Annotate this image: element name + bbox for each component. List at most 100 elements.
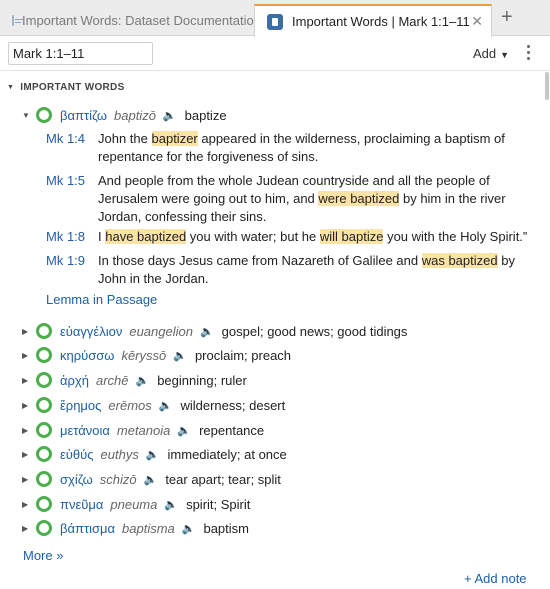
word-transliteration: baptizō	[114, 107, 156, 123]
speaker-icon[interactable]: 🔈	[164, 498, 178, 511]
word-lemma[interactable]: σχίζω	[60, 472, 93, 487]
word-row-baptizo[interactable]: ▼ βαπτίζω baptizō 🔈 baptize	[22, 104, 227, 126]
caret-right-icon[interactable]: ▶	[22, 351, 36, 360]
word-transliteration: euangelion	[129, 323, 193, 339]
tab-label: Important Words | Mark 1:1–11	[292, 14, 470, 29]
verse-reference[interactable]: Mk 1:8	[46, 228, 98, 246]
document-icon	[12, 14, 23, 26]
caret-right-icon[interactable]: ▶	[22, 327, 36, 336]
word-lemma[interactable]: βαπτίζω	[60, 108, 107, 123]
highlighted-word: were baptized	[318, 191, 400, 206]
verse-reference[interactable]: Mk 1:5	[46, 172, 98, 226]
word-gloss: baptize	[184, 107, 227, 123]
word-transliteration: pneuma	[110, 496, 158, 512]
word-lemma[interactable]: ἀρχή	[60, 373, 89, 388]
tab-bar: Important Words: Dataset Documentation I…	[0, 0, 550, 37]
progress-ring-icon	[36, 347, 52, 363]
highlighted-word: will baptize	[319, 229, 384, 244]
verse-entry: Mk 1:9 In those days Jesus came from Naz…	[46, 252, 536, 288]
section-header-important-words[interactable]: ▼ IMPORTANT WORDS	[7, 82, 125, 93]
progress-ring-icon	[36, 471, 52, 487]
reference-input[interactable]	[8, 42, 153, 65]
word-lemma[interactable]: εὐαγγέλιον	[60, 324, 122, 339]
word-gloss: proclaim; preach	[194, 347, 292, 363]
highlighted-word: baptizer	[151, 131, 198, 146]
progress-ring-icon	[36, 446, 52, 462]
word-gloss: beginning; ruler	[157, 372, 247, 388]
add-menu-button[interactable]: Add ▼	[473, 46, 509, 61]
word-transliteration: kēryssō	[121, 347, 167, 363]
word-gloss: repentance	[199, 422, 265, 438]
tab-label: Important Words: Dataset Documentation	[22, 12, 261, 28]
word-row[interactable]: ▶ εὐθύς euthys 🔈 immediately; at once	[22, 443, 287, 465]
progress-ring-icon	[36, 422, 52, 438]
word-gloss: baptism	[203, 520, 249, 536]
scrollbar[interactable]	[545, 72, 549, 100]
caret-right-icon[interactable]: ▶	[22, 475, 36, 484]
reference-bar: Add▼	[0, 37, 550, 71]
verse-text: And people from the whole Judean country…	[98, 173, 506, 224]
verse-text: John the baptizer appeared in the wilder…	[98, 131, 505, 164]
word-lemma[interactable]: πνεῦμα	[60, 497, 103, 512]
word-row[interactable]: ▶ ἔρημος erēmos 🔈 wilderness; desert	[22, 394, 285, 416]
word-lemma[interactable]: ἔρημος	[60, 398, 101, 413]
caret-down-icon[interactable]: ▼	[22, 111, 36, 120]
word-transliteration: archē	[95, 372, 129, 388]
add-note-button[interactable]: + Add note	[464, 571, 527, 586]
caret-right-icon[interactable]: ▶	[22, 426, 36, 435]
word-row[interactable]: ▶ πνεῦμα pneuma 🔈 spirit; Spirit	[22, 493, 250, 515]
verse-entry: Mk 1:5 And people from the whole Judean …	[46, 172, 536, 226]
word-gloss: immediately; at once	[167, 446, 287, 462]
caret-right-icon[interactable]: ▶	[22, 450, 36, 459]
progress-ring-icon	[36, 107, 52, 123]
word-lemma[interactable]: βάπτισμα	[60, 521, 115, 536]
highlighted-word: have baptized	[105, 229, 187, 244]
word-gloss: tear apart; tear; split	[165, 471, 281, 487]
word-transliteration: metanoia	[116, 422, 171, 438]
progress-ring-icon	[36, 323, 52, 339]
more-link[interactable]: More »	[23, 548, 63, 563]
section-title: IMPORTANT WORDS	[20, 82, 125, 93]
caret-right-icon[interactable]: ▶	[22, 401, 36, 410]
speaker-icon[interactable]: 🔈	[177, 424, 191, 437]
more-options-icon[interactable]	[527, 45, 531, 63]
word-lemma[interactable]: μετάνοια	[60, 423, 110, 438]
word-lemma[interactable]: εὐθύς	[60, 447, 94, 462]
word-lemma[interactable]: κηρύσσω	[60, 348, 114, 363]
lemma-in-passage-link[interactable]: Lemma in Passage	[46, 292, 157, 307]
speaker-icon[interactable]: 🔈	[163, 109, 177, 122]
word-row[interactable]: ▶ μετάνοια metanoia 🔈 repentance	[22, 419, 264, 441]
speaker-icon[interactable]: 🔈	[200, 325, 214, 338]
word-row[interactable]: ▶ κηρύσσω kēryssō 🔈 proclaim; preach	[22, 344, 291, 366]
word-gloss: gospel; good news; good tidings	[221, 323, 408, 339]
caret-right-icon[interactable]: ▶	[22, 524, 36, 533]
progress-ring-icon	[36, 397, 52, 413]
speaker-icon[interactable]: 🔈	[136, 374, 150, 387]
caret-right-icon[interactable]: ▶	[22, 376, 36, 385]
progress-ring-icon	[36, 496, 52, 512]
add-menu-label: Add	[473, 46, 497, 61]
word-row[interactable]: ▶ ἀρχή archē 🔈 beginning; ruler	[22, 369, 247, 391]
caret-right-icon[interactable]: ▶	[22, 500, 36, 509]
add-tab-icon[interactable]: +	[501, 7, 513, 27]
close-icon[interactable]: ✕	[471, 13, 483, 30]
word-transliteration: euthys	[100, 446, 139, 462]
speaker-icon[interactable]: 🔈	[182, 522, 196, 535]
speaker-icon[interactable]: 🔈	[159, 399, 173, 412]
verse-entry: Mk 1:8 I have baptized you with water; b…	[46, 228, 536, 246]
speaker-icon[interactable]: 🔈	[146, 448, 160, 461]
verse-reference[interactable]: Mk 1:9	[46, 252, 98, 288]
tab-dataset-documentation[interactable]: Important Words: Dataset Documentation	[0, 4, 261, 36]
word-row[interactable]: ▶ βάπτισμα baptisma 🔈 baptism	[22, 517, 249, 539]
speaker-icon[interactable]: 🔈	[173, 349, 187, 362]
progress-ring-icon	[36, 372, 52, 388]
verse-entry: Mk 1:4 John the baptizer appeared in the…	[46, 130, 536, 166]
speaker-icon[interactable]: 🔈	[144, 473, 158, 486]
word-row[interactable]: ▶ σχίζω schizō 🔈 tear apart; tear; split	[22, 468, 281, 490]
verse-reference[interactable]: Mk 1:4	[46, 130, 98, 166]
highlighted-word: was baptized	[421, 253, 498, 268]
guide-icon	[267, 13, 283, 30]
word-row[interactable]: ▶ εὐαγγέλιον euangelion 🔈 gospel; good n…	[22, 320, 407, 342]
tab-important-words[interactable]: Important Words | Mark 1:1–11 ✕	[254, 4, 492, 37]
word-transliteration: baptisma	[122, 520, 175, 536]
